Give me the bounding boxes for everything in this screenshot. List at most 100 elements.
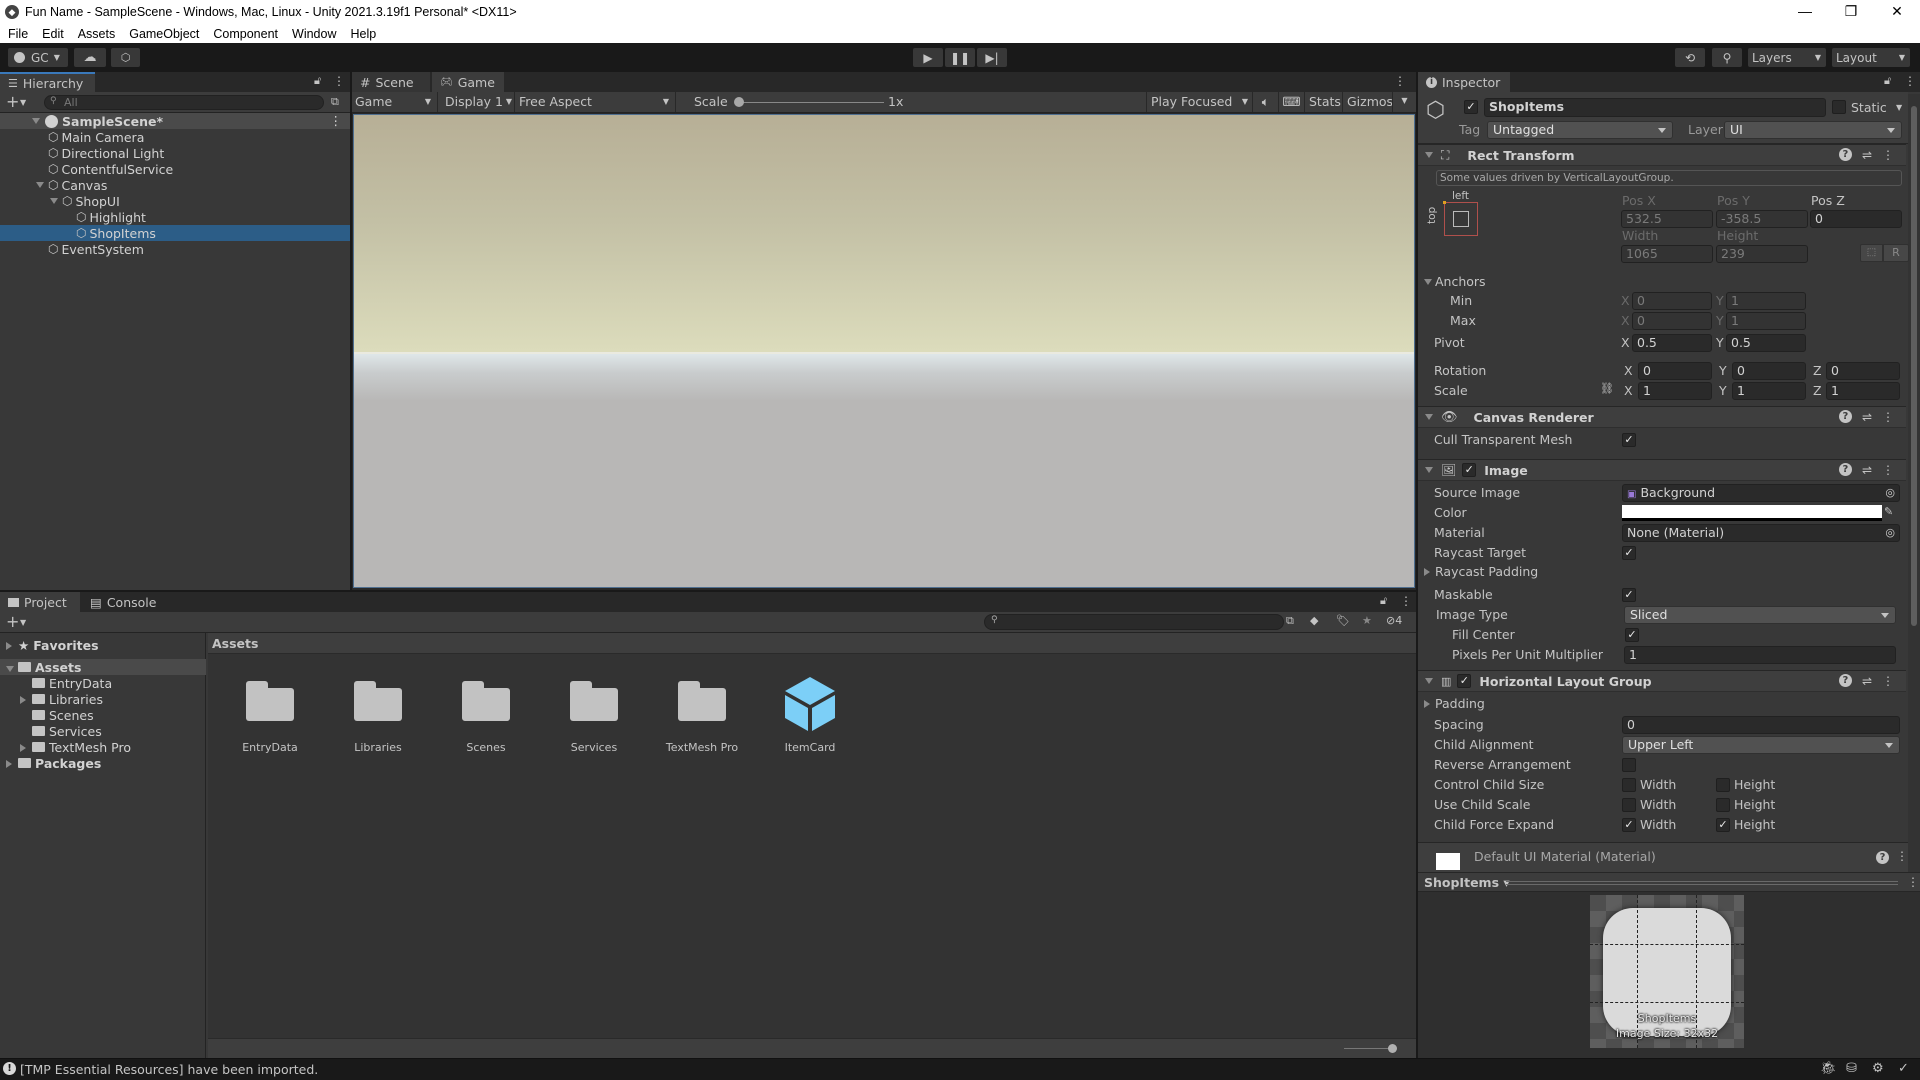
more-options-icon[interactable]: ⋮ <box>333 74 345 88</box>
component-menu-icon[interactable]: ⋮ <box>1882 674 1894 688</box>
canvas-renderer-header[interactable]: 👁︎ Canvas Renderer ? ⇌ ⋮ <box>1418 406 1906 428</box>
tab-inspector[interactable]: i Inspector <box>1418 72 1510 92</box>
chevron-down-icon[interactable]: ▼ <box>20 98 26 107</box>
asset-item[interactable]: TextMesh Pro <box>652 673 752 773</box>
color-swatch[interactable] <box>1622 505 1882 521</box>
static-dropdown-icon[interactable]: ▼ <box>1896 103 1902 112</box>
help-icon[interactable]: ? <box>1838 674 1852 687</box>
chevron-down-icon[interactable]: ▼ <box>20 618 26 627</box>
help-icon[interactable]: ? <box>1838 410 1852 423</box>
expand-arrow-icon[interactable] <box>6 641 12 650</box>
status-message[interactable]: [TMP Essential Resources] have been impo… <box>20 1062 318 1077</box>
component-menu-icon[interactable]: ⋮ <box>1882 410 1894 424</box>
scale-slider-handle[interactable] <box>734 97 744 107</box>
tab-hierarchy[interactable]: ☰ Hierarchy <box>0 72 95 92</box>
gizmos-button[interactable]: Gizmos <box>1342 92 1393 112</box>
expand-arrow-icon[interactable] <box>50 198 58 204</box>
view-mode-dropdown[interactable]: Game ▼ <box>352 92 438 112</box>
child-alignment-dropdown[interactable]: Upper Left <box>1622 736 1900 754</box>
object-picker-icon[interactable]: ◎ <box>1885 525 1895 541</box>
project-tree-item[interactable]: Packages <box>0 755 206 771</box>
component-menu-icon[interactable]: ⋮ <box>1882 148 1894 162</box>
progress-done-icon[interactable]: ✓ <box>1898 1061 1909 1076</box>
asset-item[interactable]: EntryData <box>220 673 320 773</box>
shortcuts-button[interactable]: ⌨ <box>1278 92 1304 112</box>
control-height-checkbox[interactable] <box>1716 778 1730 792</box>
scene-visibility-icon[interactable]: ⧉ <box>331 95 339 109</box>
anchor-presets-button[interactable] <box>1443 201 1478 236</box>
more-options-icon[interactable]: ⋮ <box>1400 594 1412 608</box>
menu-component[interactable]: Component <box>213 27 278 41</box>
expand-arrow-icon[interactable] <box>6 665 14 672</box>
component-menu-icon[interactable]: ⋮ <box>1882 463 1894 477</box>
image-header[interactable]: 🖼︎ ✓ Image ? ⇌ ⋮ <box>1418 459 1906 481</box>
control-width-checkbox[interactable] <box>1622 778 1636 792</box>
lock-icon[interactable]: 🔓︎ <box>1380 594 1387 608</box>
filter-by-type-icon[interactable]: ◆ <box>1310 614 1318 627</box>
scale-height-checkbox[interactable] <box>1716 798 1730 812</box>
maskable-checkbox[interactable]: ✓ <box>1622 588 1636 602</box>
padding-foldout[interactable]: Padding <box>1424 696 1485 711</box>
project-tree-item[interactable]: EntryData <box>0 675 206 691</box>
asset-item[interactable]: Services <box>544 673 644 773</box>
more-options-icon[interactable]: ⋮ <box>1904 74 1916 88</box>
rect-transform-header[interactable]: ⛶ Rect Transform ? ⇌ ⋮ <box>1418 144 1906 166</box>
menu-help[interactable]: Help <box>350 27 376 41</box>
active-checkbox[interactable]: ✓ <box>1464 100 1478 114</box>
pivot-x-input[interactable]: 0.5 <box>1632 334 1712 352</box>
expand-arrow-icon[interactable] <box>20 743 26 752</box>
project-tree-item[interactable]: Assets <box>0 659 206 675</box>
pause-button[interactable]: ❚❚ <box>945 48 975 67</box>
scene-menu-icon[interactable]: ⋮ <box>330 113 343 128</box>
width-input[interactable]: 1065 <box>1621 245 1713 263</box>
material-field[interactable]: None (Material) ◎ <box>1622 524 1900 542</box>
expand-height-checkbox[interactable]: ✓ <box>1716 818 1730 832</box>
project-tree-item[interactable]: ★ Favorites <box>0 637 206 653</box>
tab-scene[interactable]: # Scene <box>352 72 430 92</box>
presets-icon[interactable]: ⇌ <box>1862 148 1872 162</box>
undo-history-button[interactable]: ⟲ <box>1675 48 1705 67</box>
auto-generate-lighting-icon[interactable]: ⚙ <box>1872 1061 1884 1076</box>
help-icon[interactable]: ? <box>1876 851 1889 864</box>
height-input[interactable]: 239 <box>1716 245 1808 263</box>
expand-width-checkbox[interactable]: ✓ <box>1622 818 1636 832</box>
scale-z-input[interactable]: 1 <box>1826 382 1900 400</box>
tab-game[interactable]: 🎮︎ Game <box>432 72 504 92</box>
scale-x-input[interactable]: 1 <box>1638 382 1712 400</box>
collapse-arrow-icon[interactable] <box>1425 467 1433 473</box>
eyedropper-icon[interactable]: ✎ <box>1884 505 1893 518</box>
lock-icon[interactable]: 🔓︎ <box>314 74 321 88</box>
asset-item[interactable]: ItemCard <box>760 673 860 773</box>
hierarchy-item[interactable]: ⬡ Highlight <box>0 209 350 225</box>
lock-icon[interactable]: 🔓︎ <box>1884 74 1891 88</box>
presets-icon[interactable]: ⇌ <box>1862 674 1872 688</box>
menu-window[interactable]: Window <box>292 27 336 41</box>
preview-object-dropdown[interactable]: ShopItems ▾ <box>1424 875 1510 890</box>
add-button[interactable]: + <box>6 92 19 111</box>
anchor-max-x-input[interactable]: 0 <box>1632 312 1712 330</box>
menu-file[interactable]: File <box>8 27 28 41</box>
anchors-foldout[interactable]: Anchors <box>1424 274 1486 289</box>
menu-gameobject[interactable]: GameObject <box>129 27 199 41</box>
debug-mode-icon[interactable]: 🐞︎ <box>1820 1061 1837 1076</box>
presets-icon[interactable]: ⇌ <box>1862 463 1872 477</box>
step-button[interactable]: ▶| <box>977 48 1007 67</box>
collapse-arrow-icon[interactable] <box>1425 678 1433 684</box>
component-menu-icon[interactable]: ⋮ <box>1896 849 1908 863</box>
display-dropdown[interactable]: Display 1 ▼ <box>439 92 514 112</box>
play-mode-dropdown[interactable]: Play Focused ▼ <box>1146 92 1252 112</box>
raw-edit-button[interactable]: R <box>1883 244 1909 262</box>
expand-arrow-icon[interactable] <box>36 182 44 188</box>
preview-menu-icon[interactable]: ⋮ <box>1907 875 1919 889</box>
image-enabled-checkbox[interactable]: ✓ <box>1462 463 1477 477</box>
cull-transparent-checkbox[interactable]: ✓ <box>1622 433 1636 447</box>
pivot-y-input[interactable]: 0.5 <box>1726 334 1806 352</box>
project-tree-item[interactable]: Libraries <box>0 691 206 707</box>
game-viewport[interactable] <box>353 114 1415 588</box>
hlg-header[interactable]: ▥ ✓ Horizontal Layout Group ? ⇌ ⋮ <box>1418 670 1906 692</box>
project-tree-item[interactable]: Scenes <box>0 707 206 723</box>
anchor-min-y-input[interactable]: 1 <box>1726 292 1806 310</box>
hierarchy-search-input[interactable]: ⚲ All <box>44 95 324 110</box>
scale-y-input[interactable]: 1 <box>1732 382 1806 400</box>
reverse-arrangement-checkbox[interactable] <box>1622 758 1636 772</box>
